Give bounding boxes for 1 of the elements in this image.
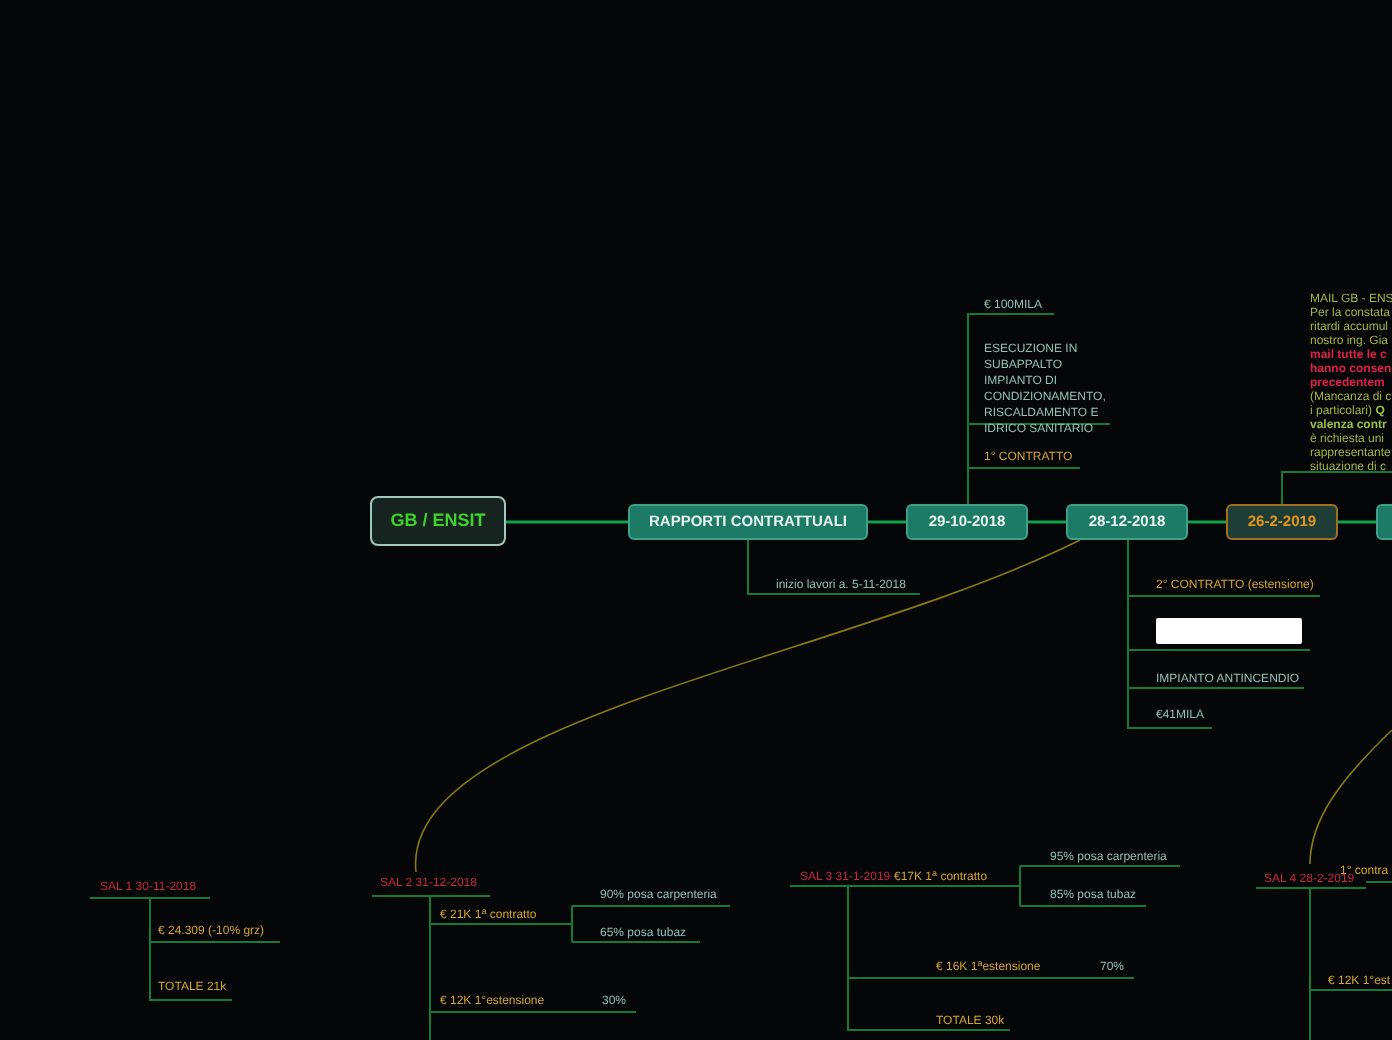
root-node[interactable]: GB / ENSIT <box>370 496 506 546</box>
